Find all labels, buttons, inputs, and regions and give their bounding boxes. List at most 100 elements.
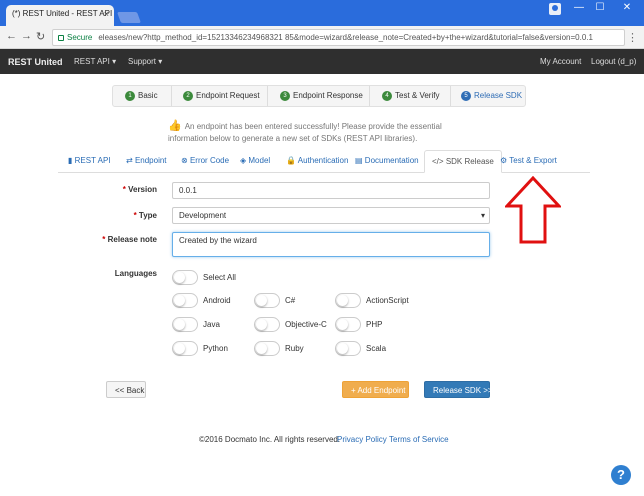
type-select[interactable]: Development: [172, 207, 490, 224]
toggle-csharp[interactable]: C#: [254, 293, 334, 309]
release-note-textarea[interactable]: Created by the wizard: [172, 232, 490, 257]
menu-support[interactable]: Support ▾: [128, 57, 162, 66]
toggle-scala[interactable]: Scala: [335, 341, 435, 357]
toggle-label: Scala: [366, 344, 387, 353]
profile-icon[interactable]: [549, 3, 561, 15]
version-field[interactable]: 0.0.1: [172, 182, 490, 199]
step-basic[interactable]: 1 Basic: [125, 91, 158, 101]
browser-menu-icon[interactable]: ⋮: [627, 31, 638, 44]
add-endpoint-button[interactable]: + Add Endpoint: [342, 381, 409, 398]
toggle-android[interactable]: Android: [172, 293, 252, 309]
back-icon[interactable]: ←: [6, 30, 17, 42]
annotation-arrow-icon: [505, 176, 561, 244]
toggle-label: Objective-C: [285, 320, 327, 329]
my-account-link[interactable]: My Account: [540, 57, 581, 66]
tab-label: REST API: [74, 156, 111, 165]
close-window-button[interactable]: ✕: [620, 2, 634, 13]
browser-tab[interactable]: (*) REST United - REST API ×: [6, 5, 114, 26]
logout-link[interactable]: Logout (d_p): [591, 57, 636, 66]
toggle-java[interactable]: Java: [172, 317, 252, 333]
tab-label: SDK Release: [445, 157, 494, 166]
required-mark: *: [102, 235, 106, 244]
tab-close-icon[interactable]: ×: [104, 9, 109, 19]
step-divider: [450, 86, 451, 106]
brand-logo[interactable]: REST United: [8, 57, 63, 67]
label-text: Release note: [107, 235, 157, 244]
toggle-switch[interactable]: [335, 341, 361, 356]
tab-title: (*) REST United - REST API: [12, 9, 113, 18]
toggle-label: Android: [203, 296, 231, 305]
required-mark: *: [122, 185, 126, 194]
terms-of-service-link[interactable]: Terms of Service: [389, 435, 449, 444]
error-icon: ⊗: [181, 156, 188, 165]
tab-endpoint[interactable]: ⇄ Endpoint: [126, 156, 167, 165]
step-divider: [267, 86, 268, 106]
step-label: Endpoint Request: [196, 91, 260, 101]
toggle-label: PHP: [366, 320, 383, 329]
reload-icon[interactable]: ↻: [36, 30, 45, 43]
toggle-switch[interactable]: [172, 341, 198, 356]
tab-error-code[interactable]: ⊗ Error Code: [181, 156, 229, 165]
back-button[interactable]: << Back: [106, 381, 146, 398]
minimize-button[interactable]: —: [572, 2, 586, 13]
step-number: 2: [183, 91, 193, 101]
maximize-button[interactable]: ☐: [593, 2, 607, 13]
tab-label: Endpoint: [134, 156, 167, 165]
toggle-ruby[interactable]: Ruby: [254, 341, 334, 357]
toggle-label: ActionScript: [366, 296, 409, 305]
toggle-switch[interactable]: [172, 293, 198, 308]
tab-documentation[interactable]: ▤ Documentation: [355, 156, 419, 165]
tab-authentication[interactable]: 🔒 Authentication: [286, 156, 348, 165]
thumbs-up-icon: 👍: [168, 120, 182, 132]
step-release-sdk[interactable]: 5 Release SDK: [461, 91, 522, 101]
toggle-switch[interactable]: [335, 317, 361, 332]
document-icon: ▤: [355, 156, 363, 165]
step-endpoint-response[interactable]: 3 Endpoint Response: [280, 91, 363, 101]
label-text: Version: [128, 185, 157, 194]
help-icon[interactable]: ?: [611, 465, 631, 485]
toggle-python[interactable]: Python: [172, 341, 252, 357]
step-endpoint-request[interactable]: 2 Endpoint Request: [183, 91, 260, 101]
gear-icon: ⚙: [500, 156, 508, 165]
exchange-icon: ⇄: [126, 156, 133, 165]
info-text: An endpoint has been entered successfull…: [168, 122, 442, 143]
info-message: 👍 An endpoint has been entered successful…: [168, 120, 468, 145]
section-tabs: ▮ REST API ⇄ Endpoint ⊗ Error Code ◈ Mod…: [58, 150, 590, 173]
wizard-steps: 1 Basic 2 Endpoint Request 3 Endpoint Respo…: [112, 85, 526, 107]
tab-sdk-release[interactable]: </> SDK Release: [424, 150, 502, 173]
toggle-switch[interactable]: [172, 317, 198, 332]
privacy-policy-link[interactable]: Privacy Policy: [337, 435, 387, 444]
step-number: 4: [382, 91, 392, 101]
tab-model[interactable]: ◈ Model: [240, 156, 270, 165]
toggle-php[interactable]: PHP: [335, 317, 435, 333]
step-label: Release SDK: [474, 91, 523, 101]
address-bar[interactable]: Secure eleases/new?http_method_id=1521334…: [52, 29, 625, 46]
copyright-text: ©2016 Docmato Inc. All rights reserved.: [199, 435, 341, 444]
toggle-switch[interactable]: [254, 293, 280, 308]
toggle-switch[interactable]: [335, 293, 361, 308]
type-label: * Type: [57, 211, 157, 220]
toggle-switch[interactable]: [254, 317, 280, 332]
tab-test-export[interactable]: ⚙ Test & Export: [500, 156, 557, 165]
forward-icon[interactable]: →: [21, 30, 32, 42]
menu-rest-api[interactable]: REST API ▾: [74, 57, 116, 66]
step-test-verify[interactable]: 4 Test & Verify: [382, 91, 439, 101]
release-sdk-button[interactable]: Release SDK >>: [424, 381, 493, 398]
toggle-select-all[interactable]: Select All: [172, 270, 252, 286]
bookmark-icon: ▮: [68, 156, 73, 165]
toggle-objective-c[interactable]: Objective-C: [254, 317, 334, 333]
tab-rest-api[interactable]: ▮ REST API: [68, 156, 111, 165]
toggle-label: Select All: [203, 273, 236, 282]
step-label: Basic: [138, 91, 158, 101]
tab-label: Test & Export: [509, 156, 557, 165]
step-label: Test & Verify: [395, 91, 440, 101]
toggle-switch[interactable]: [172, 270, 198, 285]
step-divider: [369, 86, 370, 106]
release-note-label: * Release note: [57, 235, 157, 244]
new-tab-button[interactable]: [116, 12, 142, 23]
toggle-actionscript[interactable]: ActionScript: [335, 293, 435, 309]
tab-label: Model: [248, 156, 271, 165]
code-icon: </>: [432, 157, 444, 166]
label-text: Type: [138, 211, 157, 220]
toggle-switch[interactable]: [254, 341, 280, 356]
